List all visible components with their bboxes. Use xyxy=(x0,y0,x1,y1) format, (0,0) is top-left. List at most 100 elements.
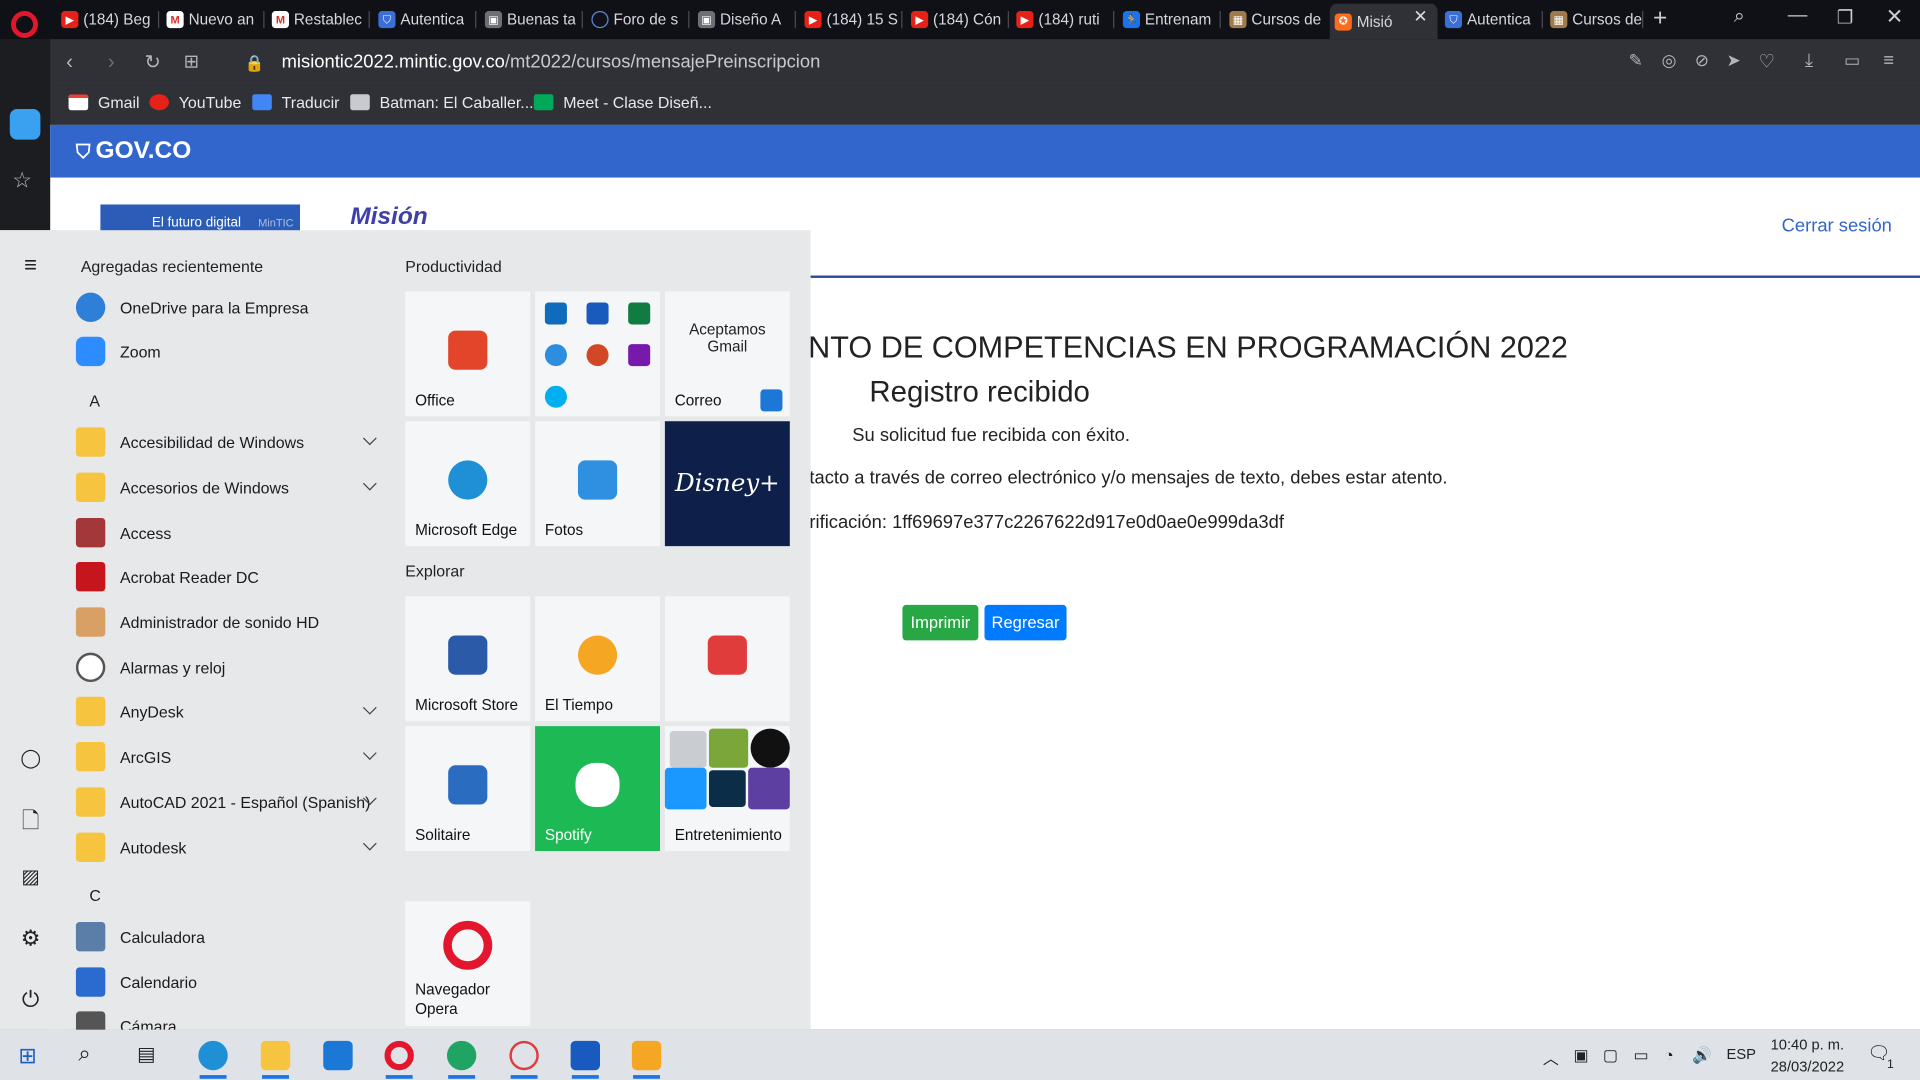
adblock-icon[interactable]: ⊘ xyxy=(1695,50,1709,71)
print-button[interactable]: Imprimir xyxy=(902,604,979,641)
app-access[interactable]: Access xyxy=(75,512,387,554)
app-sonido[interactable]: Administrador de sonido HD xyxy=(75,601,387,643)
heart-icon[interactable]: ♡ xyxy=(1758,50,1774,72)
tab[interactable]: M Nuevo an xyxy=(162,5,265,34)
windows-start-icon[interactable]: ⊞ xyxy=(18,1043,36,1069)
tile-office[interactable]: Office xyxy=(405,291,531,417)
tab[interactable]: ▶ (184) ruti xyxy=(1011,5,1115,34)
pictures-icon[interactable]: ▨ xyxy=(17,864,44,891)
send-icon[interactable]: ➤ xyxy=(1727,50,1741,71)
tile-photos[interactable]: Fotos xyxy=(535,421,661,547)
app-zoom[interactable]: Zoom xyxy=(75,331,387,373)
app-alarmas[interactable]: Alarmas y reloj xyxy=(75,647,387,689)
minimize-icon[interactable]: — xyxy=(1788,5,1808,27)
tab[interactable]: ⛉ Autentica xyxy=(1440,5,1543,34)
tab[interactable]: ▶ (184) Cón xyxy=(906,5,1009,34)
tab[interactable]: ▣ Buenas ta xyxy=(480,5,583,34)
gov-logo[interactable]: ⛉ GOV.CO xyxy=(76,137,191,165)
app-autocad[interactable]: AutoCAD 2021 - Español (Spanish) xyxy=(75,781,387,823)
search-icon[interactable]: ⌕ xyxy=(78,1041,90,1067)
app-calendario[interactable]: Calendario xyxy=(75,961,387,1003)
tab[interactable]: ▦ Cursos de xyxy=(1224,5,1327,34)
bookmark-youtube[interactable]: YouTube xyxy=(149,93,241,111)
evernote-icon[interactable] xyxy=(446,1040,477,1071)
hamburger-icon[interactable]: ≡ xyxy=(17,252,44,279)
download-icon[interactable]: ⤓ xyxy=(1805,50,1813,71)
tab[interactable]: Foro de s xyxy=(587,5,690,34)
tray-chevron-icon[interactable]: ︿ xyxy=(1543,1046,1559,1069)
volume-icon[interactable]: 🔊 xyxy=(1692,1046,1712,1066)
tile-opera[interactable]: Navegador Opera xyxy=(405,901,531,1027)
bookmark-gmail[interactable]: Gmail xyxy=(68,93,140,111)
tile-disney[interactable]: Disney+ xyxy=(664,421,790,547)
mail-taskbar-icon[interactable] xyxy=(323,1040,353,1071)
app-anydesk[interactable]: AnyDesk xyxy=(75,691,387,733)
restore-icon[interactable]: ❐ xyxy=(1837,6,1853,28)
meet-now-icon[interactable]: ▣ xyxy=(1573,1046,1588,1066)
clock-date[interactable]: 28/03/2022 xyxy=(1771,1058,1845,1075)
snip-icon[interactable] xyxy=(509,1040,539,1071)
home-icon[interactable] xyxy=(9,108,41,140)
back-icon[interactable]: ‹ xyxy=(66,50,73,74)
app-acrobat[interactable]: Acrobat Reader DC xyxy=(75,556,387,598)
bookmark-translate[interactable]: Traducir xyxy=(252,93,339,111)
close-tab-icon[interactable]: ✕ xyxy=(1413,6,1427,27)
tile-edge[interactable]: Microsoft Edge xyxy=(405,421,531,547)
language-indicator[interactable]: ESP xyxy=(1727,1046,1756,1063)
opera-logo-icon[interactable] xyxy=(11,11,38,38)
tab[interactable]: 🏃 Entrenam xyxy=(1118,5,1221,34)
forward-icon[interactable]: › xyxy=(108,50,115,74)
settings-gear-icon[interactable]: ⚙ xyxy=(17,926,44,953)
opera-taskbar-icon[interactable] xyxy=(384,1040,414,1071)
close-window-icon[interactable]: ✕ xyxy=(1886,5,1903,29)
app-arcgis[interactable]: ArcGIS xyxy=(75,736,387,778)
file-explorer-icon[interactable] xyxy=(260,1040,291,1071)
search-tabs-icon[interactable]: ⌕ xyxy=(1734,6,1745,28)
bookmark-batman[interactable]: Batman: El Caballer... xyxy=(350,93,534,111)
tab[interactable]: ⛉ Autentica xyxy=(373,5,477,34)
easy-setup-icon[interactable]: ≡ xyxy=(1883,50,1894,71)
tab-active[interactable]: ✪ Misió ✕ xyxy=(1329,3,1438,40)
letter-a[interactable]: A xyxy=(89,392,100,410)
display-icon[interactable]: ▢ xyxy=(1603,1046,1618,1066)
app-calculadora[interactable]: Calculadora xyxy=(75,916,387,958)
tile-office-apps[interactable] xyxy=(535,291,661,417)
tile-spotify[interactable]: Spotify xyxy=(535,726,661,852)
app-autodesk[interactable]: Autodesk xyxy=(75,827,387,869)
tile-weather[interactable]: El Tiempo xyxy=(535,596,661,722)
tab[interactable]: ▶ (184) 15 S xyxy=(800,5,903,34)
power-icon[interactable]: ⏻ xyxy=(17,987,44,1014)
bookmark-meet[interactable]: Meet - Clase Diseñ... xyxy=(533,93,712,111)
reload-icon[interactable]: ↻ xyxy=(144,50,160,74)
tile-entertainment[interactable]: Entretenimiento xyxy=(664,726,790,852)
tab-grid-icon[interactable]: ⊞ xyxy=(184,50,199,72)
wifi-icon[interactable]: ◔ xyxy=(1664,1046,1674,1064)
media-player-icon[interactable] xyxy=(631,1040,662,1071)
app-onedrive[interactable]: OneDrive para la Empresa xyxy=(75,287,387,329)
letter-c[interactable]: C xyxy=(89,887,100,905)
new-tab-icon[interactable]: + xyxy=(1653,5,1667,33)
battery-tray-icon[interactable]: ▭ xyxy=(1633,1046,1648,1066)
logout-link[interactable]: Cerrar sesión xyxy=(1782,216,1892,237)
tile-solitaire[interactable]: Solitaire xyxy=(405,726,531,852)
star-icon[interactable]: ☆ xyxy=(12,168,32,194)
back-button[interactable]: Regresar xyxy=(984,604,1067,641)
snapshot-icon[interactable]: ✎ xyxy=(1629,50,1643,71)
app-accesorios[interactable]: Accesorios de Windows xyxy=(75,467,387,509)
tab[interactable]: ▶ (184) Beg xyxy=(56,5,160,34)
task-view-icon[interactable]: ▤ xyxy=(137,1042,156,1066)
word-taskbar-icon[interactable] xyxy=(570,1040,601,1071)
documents-icon[interactable]: 🗋 xyxy=(17,806,44,832)
tile-mail[interactable]: Aceptamos Gmail Correo xyxy=(664,291,790,417)
tab[interactable]: ▦ Cursos de xyxy=(1545,5,1644,34)
user-icon[interactable]: ◯ xyxy=(17,747,44,774)
tab[interactable]: M Restablec xyxy=(267,5,370,34)
camera-icon[interactable]: ◎ xyxy=(1662,50,1677,71)
edge-taskbar-icon[interactable] xyxy=(198,1040,228,1071)
battery-icon[interactable]: ▭ xyxy=(1844,50,1860,71)
tab[interactable]: ▣ Diseño A xyxy=(693,5,796,34)
tile-store[interactable]: Microsoft Store xyxy=(405,596,531,722)
clock-time[interactable]: 10:40 p. m. xyxy=(1771,1036,1845,1053)
app-accesibilidad[interactable]: Accesibilidad de Windows xyxy=(75,421,387,463)
tile-news[interactable] xyxy=(664,596,790,722)
